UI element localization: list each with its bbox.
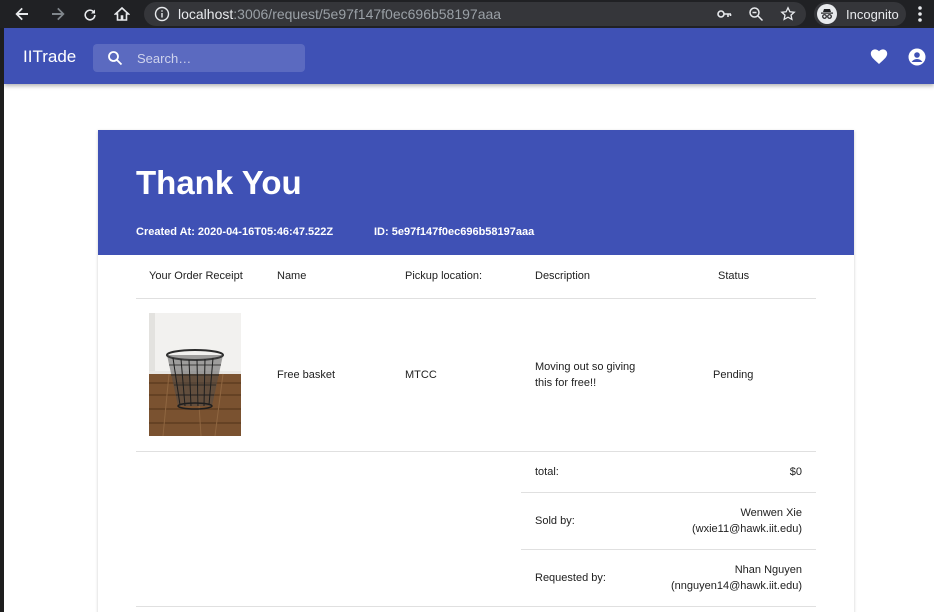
item-status: Pending xyxy=(713,369,754,381)
info-icon[interactable] xyxy=(154,6,170,27)
reload-icon[interactable] xyxy=(80,4,100,24)
sold-by-email: (wxie11@hawk.iit.edu) xyxy=(691,523,802,535)
zoom-icon[interactable] xyxy=(748,6,764,27)
request-id-text: ID: 5e97f147f0ec696b58197aaa xyxy=(374,226,535,238)
column-header-description: Description xyxy=(535,270,591,282)
home-icon[interactable] xyxy=(112,4,132,24)
incognito-label: Incognito xyxy=(846,7,899,22)
browser-toolbar: localhost:3006/request/5e97f147f0ec696b5… xyxy=(0,0,934,28)
product-image xyxy=(149,313,241,436)
total-value: $0 xyxy=(789,466,802,478)
requested-by-name: Nhan Nguyen xyxy=(734,564,802,576)
item-name: Free basket xyxy=(277,369,336,381)
account-icon[interactable] xyxy=(908,48,926,71)
item-description: Moving out so giving this for free!! xyxy=(535,361,636,389)
requested-by-email: (nnguyen14@hawk.iit.edu) xyxy=(670,580,802,592)
search-input[interactable] xyxy=(137,49,297,67)
page-title: Thank You xyxy=(136,164,302,201)
incognito-icon xyxy=(817,4,837,24)
created-at-text: Created At: 2020-04-16T05:46:47.522Z xyxy=(136,226,334,238)
sold-by-divider xyxy=(521,549,816,550)
item-pickup-location: MTCC xyxy=(405,369,437,381)
back-arrow-icon[interactable] xyxy=(12,4,32,24)
receipt-card: Thank You Created At: 2020-04-16T05:46:4… xyxy=(98,130,854,612)
search-icon xyxy=(107,50,123,71)
key-icon[interactable] xyxy=(716,6,732,27)
header-divider xyxy=(136,298,816,299)
search-box[interactable] xyxy=(93,44,305,72)
receipt-header: Thank You Created At: 2020-04-16T05:46:4… xyxy=(98,130,854,255)
requested-by-divider xyxy=(136,606,816,607)
bookmark-star-icon[interactable] xyxy=(780,6,796,27)
total-divider xyxy=(521,492,816,493)
sold-by-label: Sold by: xyxy=(535,515,575,527)
sold-by-name: Wenwen Xie xyxy=(740,507,802,519)
brand-title[interactable]: IITrade xyxy=(23,47,76,67)
forward-arrow-icon[interactable] xyxy=(48,4,68,24)
column-header-status: Status xyxy=(718,270,750,282)
app-viewport: IITrade Thank You Created At: 2020-04-16… xyxy=(4,28,934,612)
column-header-pickup: Pickup location: xyxy=(405,270,483,282)
app-bar: IITrade xyxy=(4,28,934,84)
address-bar[interactable]: localhost:3006/request/5e97f147f0ec696b5… xyxy=(144,2,806,26)
incognito-indicator[interactable]: Incognito xyxy=(814,2,906,26)
total-label: total: xyxy=(535,466,559,478)
requested-by-label: Requested by: xyxy=(535,572,606,584)
url-path: :3006/request/5e97f147f0ec696b58197aaa xyxy=(233,6,502,22)
menu-kebab-icon[interactable] xyxy=(916,4,924,29)
column-header-receipt: Your Order Receipt xyxy=(149,270,243,282)
item-divider xyxy=(136,451,816,452)
url-host: localhost xyxy=(178,6,234,22)
url-text: localhost:3006/request/5e97f147f0ec696b5… xyxy=(178,6,501,22)
favorites-heart-icon[interactable] xyxy=(870,48,888,71)
column-header-name: Name xyxy=(277,270,307,282)
